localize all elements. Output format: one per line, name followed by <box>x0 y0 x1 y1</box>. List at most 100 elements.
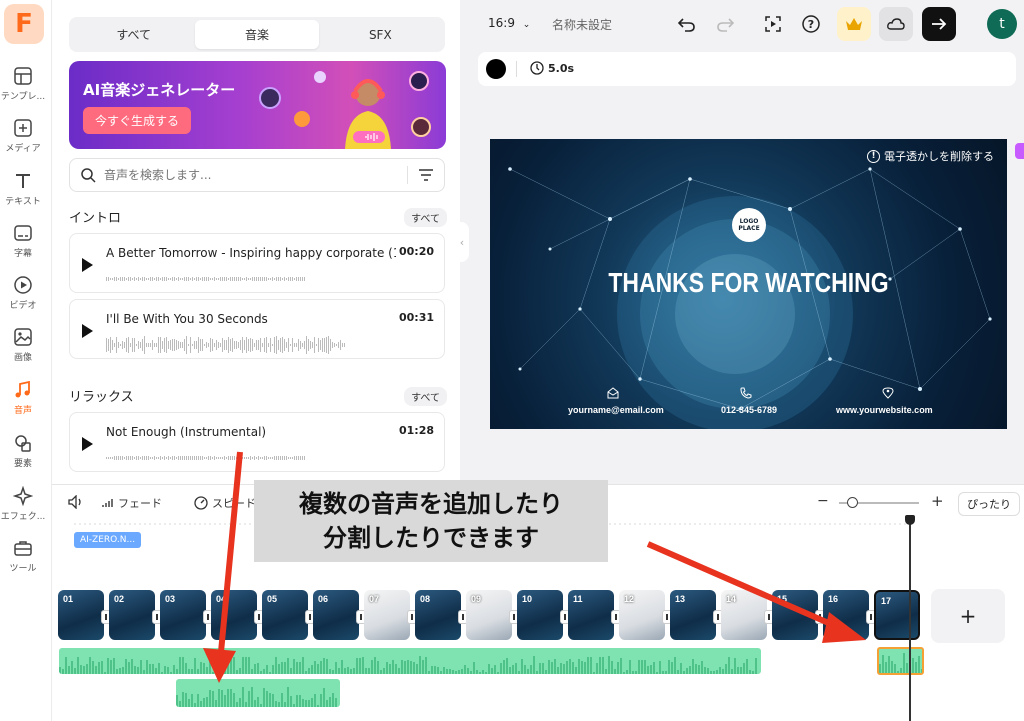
volume-icon[interactable] <box>68 495 84 509</box>
image-icon <box>14 328 32 346</box>
scene-thumbnail[interactable]: 11 <box>568 590 614 640</box>
scene-thumbnail[interactable]: 15 <box>772 590 818 640</box>
scene-thumbnail[interactable]: 07 <box>364 590 410 640</box>
zoom-slider-handle[interactable] <box>847 497 858 508</box>
aspect-ratio-select[interactable]: 16:9 ⌄ <box>488 16 530 30</box>
speed-label: スピード <box>212 497 256 510</box>
track-duration: 00:31 <box>398 311 434 324</box>
zoom-out-icon[interactable]: − <box>817 493 829 509</box>
scene-number: 16 <box>828 594 839 604</box>
rail-item-tools[interactable]: ツール <box>0 538 46 574</box>
template-icon <box>14 67 32 85</box>
scene-thumbnail[interactable]: 05 <box>262 590 308 640</box>
scene-thumbnail[interactable]: 13 <box>670 590 716 640</box>
scene-number: 06 <box>318 594 329 604</box>
rail-item-effects[interactable]: エフェク... <box>0 486 46 522</box>
playhead-line[interactable] <box>909 518 911 721</box>
rail-label: 画像 <box>13 353 32 363</box>
scene-duration[interactable]: 5.0s <box>530 61 574 75</box>
search-icon <box>81 168 96 183</box>
location-pin-icon <box>882 387 894 399</box>
left-rail: F テンプレ... メディア テキスト 字幕 ビデオ 画像 音声 要素 エフェク… <box>0 0 52 721</box>
rail-item-text[interactable]: テキスト <box>0 171 46 207</box>
play-icon[interactable] <box>82 324 93 338</box>
track-item[interactable]: Not Enough (Instrumental) 01:28 <box>69 412 445 472</box>
cloud-save-button[interactable] <box>879 7 913 41</box>
scene-thumbnail[interactable]: 08 <box>415 590 461 640</box>
album-bubble <box>409 71 429 91</box>
scene-thumbnail[interactable]: 14 <box>721 590 767 640</box>
collapse-panel-handle[interactable]: ‹ <box>455 222 469 262</box>
album-bubble <box>259 87 281 109</box>
audio-clip-second[interactable] <box>176 679 340 707</box>
search-input[interactable] <box>104 168 407 182</box>
generate-now-button[interactable]: 今すぐ生成する <box>83 107 192 134</box>
track-item[interactable]: I'll Be With You 30 Seconds 00:31 <box>69 299 445 359</box>
see-all-intro-button[interactable]: すべて <box>404 208 447 227</box>
sparkle-icon <box>13 486 33 506</box>
aspect-ratio-label: 16:9 <box>488 16 515 30</box>
rail-item-subtitles[interactable]: 字幕 <box>0 223 46 259</box>
scene-thumbnail[interactable]: 04 <box>211 590 257 640</box>
rail-item-templates[interactable]: テンプレ... <box>0 66 46 102</box>
rail-item-image[interactable]: 画像 <box>0 327 46 363</box>
premium-crown-button[interactable] <box>837 7 871 41</box>
background-color-swatch[interactable] <box>486 59 506 79</box>
side-assistant-icon[interactable] <box>1015 143 1024 159</box>
scene-thumbnail[interactable]: 06 <box>313 590 359 640</box>
rail-label: テンプレ... <box>0 92 46 102</box>
scene-number: 09 <box>471 594 482 604</box>
tab-all[interactable]: すべて <box>72 20 195 49</box>
redo-icon[interactable] <box>711 10 739 38</box>
rail-item-elements[interactable]: 要素 <box>0 433 46 469</box>
rail-item-video[interactable]: ビデオ <box>0 275 46 311</box>
video-preview[interactable]: ! 電子透かしを削除する LOGO PLACE THANKS FOR WATCHI… <box>490 139 1007 429</box>
user-avatar[interactable]: t <box>987 9 1017 39</box>
zoom-in-icon[interactable]: + <box>931 492 944 510</box>
help-icon[interactable]: ? <box>797 10 825 38</box>
ai-music-banner[interactable]: AI音楽ジェネレーター 今すぐ生成する <box>69 61 446 149</box>
fade-button[interactable]: フェード <box>102 495 162 511</box>
section-title-relax: リラックス <box>69 390 134 405</box>
playhead-handle[interactable] <box>905 515 915 525</box>
video-icon <box>14 276 32 294</box>
phone-icon <box>740 387 752 399</box>
scene-thumbnail[interactable]: 01 <box>58 590 104 640</box>
timeline-track-label[interactable]: AI-ZERO.N... <box>74 532 142 548</box>
scene-number: 17 <box>881 596 892 606</box>
rail-item-media[interactable]: メディア <box>0 118 46 154</box>
audio-clip-main[interactable] <box>59 648 761 674</box>
filter-icon[interactable] <box>418 168 434 182</box>
scene-thumbnail[interactable]: 12 <box>619 590 665 640</box>
track-item[interactable]: A Better Tomorrow - Inspiring happy corp… <box>69 233 445 293</box>
preview-play-icon[interactable] <box>759 10 787 38</box>
undo-icon[interactable] <box>673 10 701 38</box>
scene-thumbnail[interactable]: 02 <box>109 590 155 640</box>
fade-icon <box>102 499 113 507</box>
play-icon[interactable] <box>82 258 93 272</box>
track-duration: 00:20 <box>398 245 434 258</box>
search-divider <box>407 166 408 184</box>
see-all-relax-button[interactable]: すべて <box>404 387 447 406</box>
export-button[interactable] <box>922 7 956 41</box>
speed-button[interactable]: スピード <box>194 495 256 511</box>
add-scene-button[interactable]: + <box>931 589 1005 643</box>
rail-item-audio[interactable]: 音声 <box>0 380 46 416</box>
contact-email: yourname@email.com <box>568 405 664 415</box>
tab-music[interactable]: 音楽 <box>195 20 319 49</box>
play-icon[interactable] <box>82 437 93 451</box>
document-name[interactable]: 名称未設定 <box>552 16 612 33</box>
scene-thumbnail[interactable]: 09 <box>466 590 512 640</box>
fit-timeline-button[interactable]: ぴったり <box>958 492 1020 516</box>
scene-thumbnail[interactable]: 17 <box>874 590 920 640</box>
scene-thumbnail[interactable]: 10 <box>517 590 563 640</box>
audio-search-bar[interactable] <box>69 158 445 192</box>
rail-label: エフェク... <box>0 512 46 522</box>
scene-thumbnail[interactable]: 03 <box>160 590 206 640</box>
audio-waveform <box>879 649 922 673</box>
audio-clip-split[interactable] <box>877 647 924 675</box>
remove-watermark-button[interactable]: ! 電子透かしを削除する <box>867 148 994 164</box>
scene-thumbnail[interactable]: 16 <box>823 590 869 640</box>
tab-sfx[interactable]: SFX <box>319 20 442 49</box>
app-logo[interactable]: F <box>4 4 44 44</box>
